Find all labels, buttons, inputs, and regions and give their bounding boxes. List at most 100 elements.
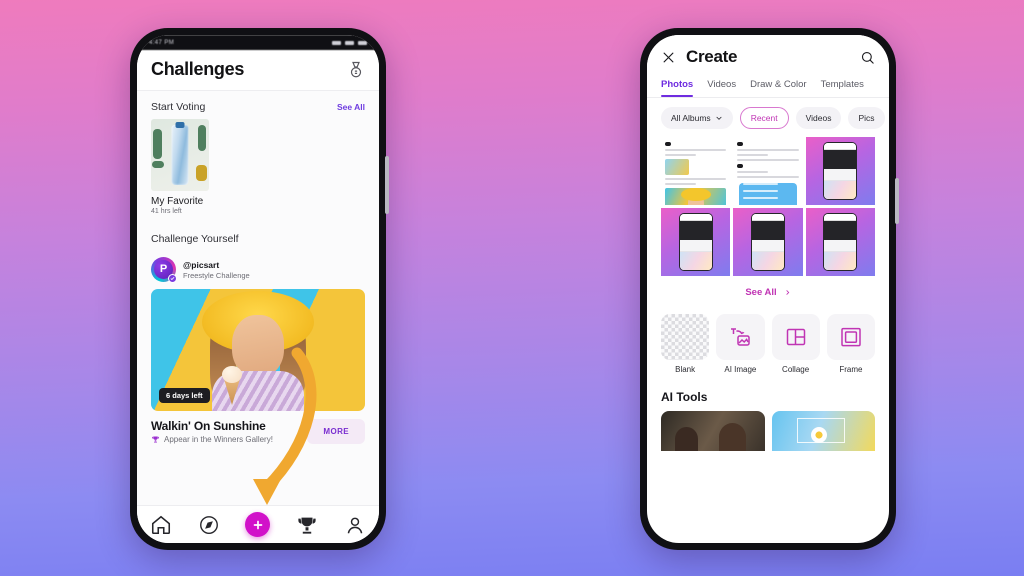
battery-icon xyxy=(358,40,367,45)
ai-tool-card-flower[interactable] xyxy=(771,411,875,451)
face xyxy=(232,315,284,377)
chevron-right-icon xyxy=(785,290,789,295)
phone-left-screen: 4:47 PM Challenges Start Voting See All xyxy=(137,35,379,543)
phone-right: Create Photos Videos Draw & Color Templa… xyxy=(640,28,899,550)
verified-badge-icon xyxy=(168,274,177,283)
see-all-label: See All xyxy=(745,287,777,298)
nav-trophy-icon[interactable] xyxy=(296,514,318,536)
nav-home-icon[interactable] xyxy=(150,514,172,536)
days-left-badge: 6 days left xyxy=(159,388,210,403)
close-icon[interactable] xyxy=(661,50,676,65)
challenge-footer: Walkin' On Sunshine Appear in the Winner… xyxy=(151,411,365,444)
ice-cream-scoop xyxy=(222,366,242,383)
photo-cell-notes[interactable] xyxy=(733,137,803,205)
voting-card-thumbnail xyxy=(151,119,209,191)
ai-tools-cards xyxy=(647,411,889,451)
voting-card-time-left: 41 hrs left xyxy=(151,208,182,215)
chip-all-albums[interactable]: All Albums xyxy=(661,107,733,129)
tab-templates[interactable]: Templates xyxy=(821,75,864,97)
create-tools-row: Blank AI Image Collage Frame xyxy=(647,310,889,374)
nav-discover-icon[interactable] xyxy=(198,514,220,536)
screenshot-thumbnail xyxy=(678,213,713,271)
voting-card[interactable]: My Favorite 41 hrs left xyxy=(137,119,379,215)
checkerboard-icon xyxy=(661,314,710,360)
photo-cell-document[interactable] xyxy=(661,137,731,205)
challenge-yourself-section-header: Challenge Yourself xyxy=(137,215,379,251)
screenshot-thumbnail xyxy=(823,142,858,200)
tab-photos[interactable]: Photos xyxy=(661,75,694,97)
tool-label: Frame xyxy=(839,365,863,374)
challenge-photo[interactable]: 6 days left xyxy=(151,289,365,411)
screenshot-thumbnail xyxy=(750,213,785,271)
signal-icon xyxy=(332,40,341,45)
challenge-author[interactable]: P @picsart Freestyle Challenge xyxy=(151,251,365,289)
wifi-icon xyxy=(345,40,354,45)
start-voting-section-header: Start Voting See All xyxy=(137,91,379,119)
page-title: Challenges xyxy=(151,59,245,79)
status-bar-time: 4:47 PM xyxy=(149,39,175,46)
tool-frame[interactable]: Frame xyxy=(826,314,875,374)
tool-ai-image[interactable]: AI Image xyxy=(716,314,765,374)
challenges-header: Challenges xyxy=(137,50,379,91)
more-button[interactable]: MORE xyxy=(307,419,365,444)
author-subtitle: Freestyle Challenge xyxy=(183,270,250,280)
phone-right-side-button[interactable] xyxy=(895,178,899,224)
photo-cell-screenshot[interactable] xyxy=(661,208,731,276)
create-header: Create xyxy=(647,35,889,75)
see-all-photos-link[interactable]: See All xyxy=(647,276,889,310)
tab-videos[interactable]: Videos xyxy=(707,75,736,97)
tool-collage[interactable]: Collage xyxy=(771,314,820,374)
ai-image-icon-box xyxy=(716,314,765,360)
medal-icon[interactable] xyxy=(347,61,365,79)
collage-icon xyxy=(786,328,805,346)
photo-cell-screenshot[interactable] xyxy=(733,208,803,276)
nav-create-fab-icon[interactable] xyxy=(245,512,271,537)
notes-preview xyxy=(733,137,802,205)
photo-grid xyxy=(647,137,889,276)
photo-cell-screenshot[interactable] xyxy=(805,208,875,276)
search-icon[interactable] xyxy=(860,50,875,65)
chip-label: All Albums xyxy=(671,113,711,123)
challenge-subtitle-row: Appear in the Winners Gallery! xyxy=(151,435,273,444)
voting-card-title: My Favorite xyxy=(151,196,204,207)
status-bar: 4:47 PM xyxy=(137,35,379,50)
chevron-down-icon xyxy=(716,116,722,120)
photo-cell-screenshot[interactable] xyxy=(805,137,875,205)
phone-left-side-button[interactable] xyxy=(385,156,389,214)
ai-image-icon xyxy=(731,328,751,346)
section-title: Start Voting xyxy=(151,101,206,113)
tool-blank[interactable]: Blank xyxy=(661,314,710,374)
flower-graphic xyxy=(810,427,827,443)
ai-tool-card-portrait[interactable] xyxy=(661,411,765,451)
bottom-nav xyxy=(137,505,379,543)
ai-tools-heading: AI Tools xyxy=(661,390,708,404)
screenshot-thumbnail xyxy=(823,213,858,271)
chip-videos[interactable]: Videos xyxy=(795,107,842,129)
create-tabs: Photos Videos Draw & Color Templates xyxy=(647,75,889,98)
phone-right-screen: Create Photos Videos Draw & Color Templa… xyxy=(647,35,889,543)
tool-label: Blank xyxy=(675,365,696,374)
tool-label: Collage xyxy=(782,365,810,374)
tool-label: AI Image xyxy=(724,365,757,374)
see-all-link[interactable]: See All xyxy=(337,102,365,112)
page-title: Create xyxy=(686,47,738,66)
avatar: P xyxy=(151,257,177,283)
author-handle: @picsart xyxy=(183,259,220,270)
challenge-card[interactable]: P @picsart Freestyle Challenge 6 days le… xyxy=(137,251,379,444)
album-filter-chips: All Albums Recent Videos Pics xyxy=(647,98,889,137)
challenge-subtitle: Appear in the Winners Gallery! xyxy=(164,435,273,444)
frame-icon-box xyxy=(826,314,875,360)
collage-icon-box xyxy=(771,314,820,360)
status-bar-indicators xyxy=(332,40,367,45)
document-preview xyxy=(661,137,730,205)
challenge-title: Walkin' On Sunshine xyxy=(151,419,266,433)
frame-icon xyxy=(841,327,861,347)
phone-left: 4:47 PM Challenges Start Voting See All xyxy=(130,28,389,550)
chip-pics[interactable]: Pics xyxy=(848,107,885,129)
tab-draw-color[interactable]: Draw & Color xyxy=(750,75,807,97)
section-title: Challenge Yourself xyxy=(151,233,239,245)
challenges-body: Start Voting See All My Favorite 41 hrs … xyxy=(137,91,379,506)
chip-recent[interactable]: Recent xyxy=(739,107,789,129)
nav-profile-icon[interactable] xyxy=(344,514,366,536)
trophy-icon xyxy=(152,436,159,443)
